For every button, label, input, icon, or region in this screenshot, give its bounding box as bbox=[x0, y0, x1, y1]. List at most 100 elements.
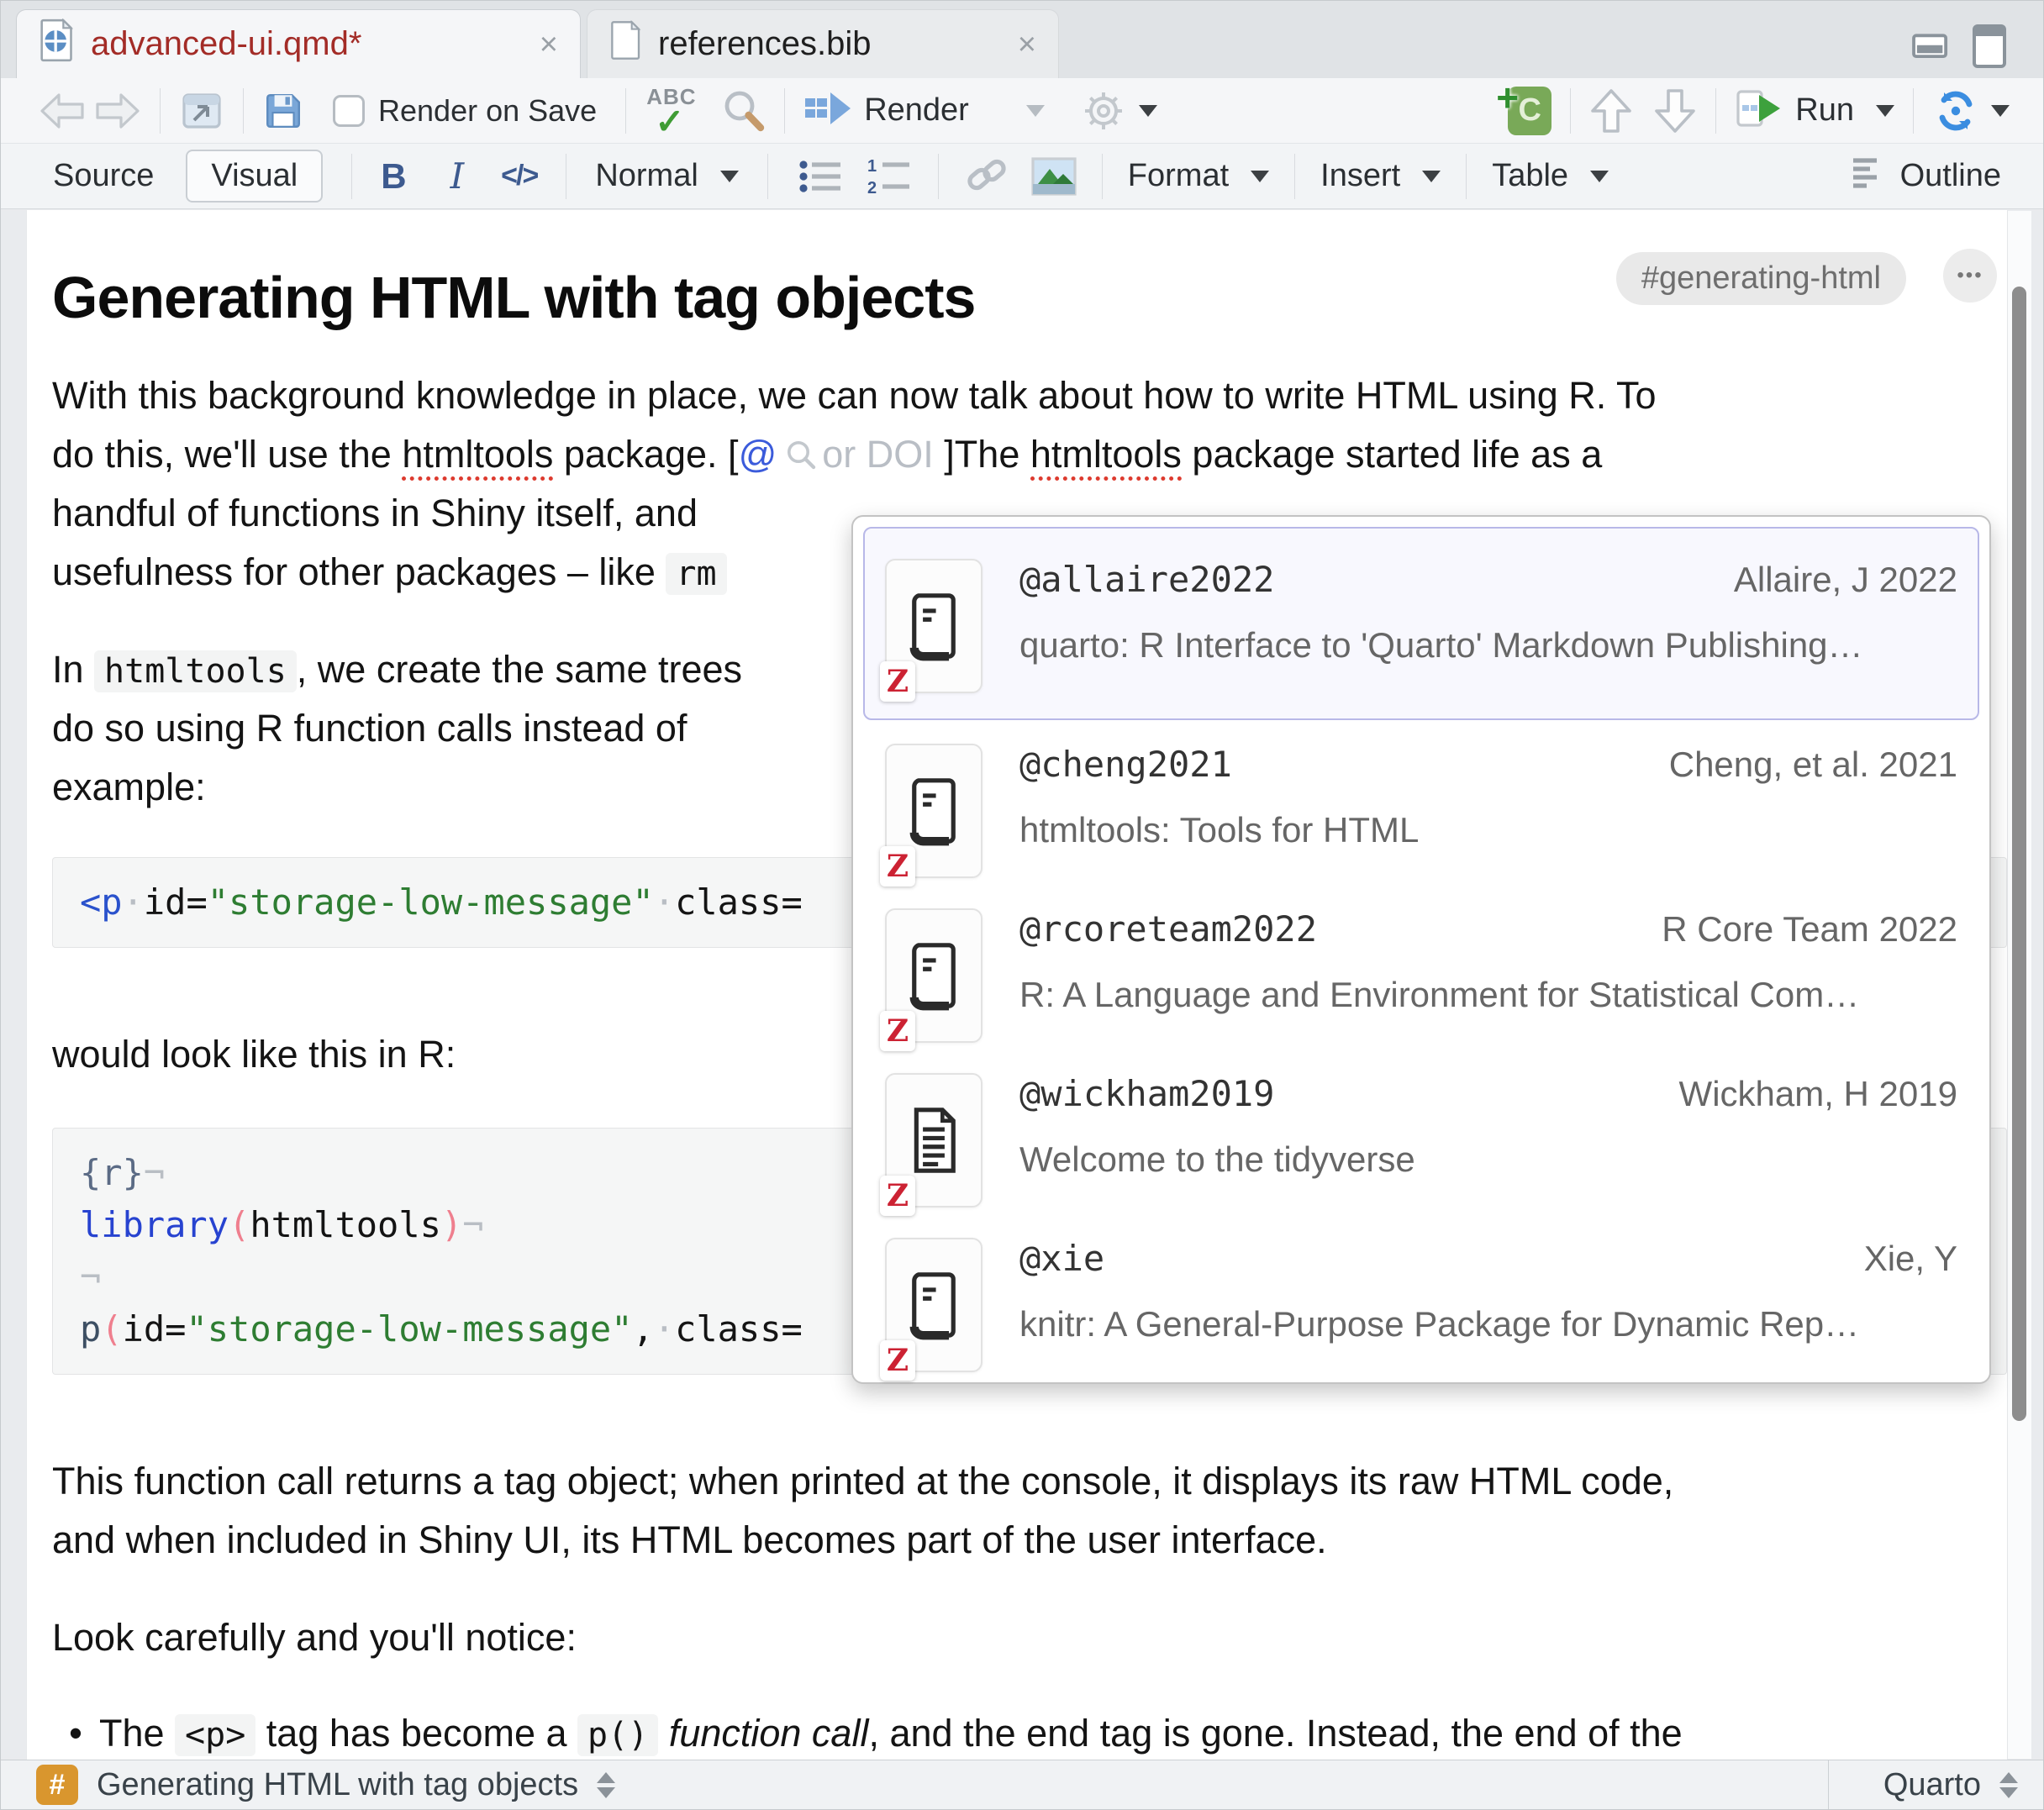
citation-author: Wickham, H 2019 bbox=[1679, 1074, 1957, 1114]
zotero-badge: Z bbox=[880, 661, 915, 702]
inline-code: <p> bbox=[175, 1714, 256, 1756]
paragraph-look-carefully: Look carefully and you'll notice: bbox=[52, 1608, 2007, 1667]
spellcheck-icon[interactable]: ABC ✓ bbox=[645, 87, 703, 134]
citation-title: knitr: A General-Purpose Package for Dyn… bbox=[1019, 1304, 1957, 1344]
source-dropdown-caret-icon[interactable] bbox=[1991, 105, 2010, 117]
outline-toggle[interactable]: Outline bbox=[1850, 155, 2001, 197]
inline-code: htmltools bbox=[94, 650, 297, 692]
scrollbar-thumb[interactable] bbox=[2012, 287, 2026, 1421]
close-icon[interactable]: × bbox=[540, 29, 558, 61]
list-item: • The <p> tag has become a p() function … bbox=[52, 1704, 2007, 1760]
source-mode-button[interactable]: Source bbox=[53, 158, 154, 194]
zotero-badge: Z bbox=[880, 846, 915, 887]
citation-title: Welcome to the tidyverse bbox=[1019, 1139, 1957, 1180]
more-options-button[interactable]: ••• bbox=[1943, 249, 1997, 303]
back-icon[interactable] bbox=[39, 92, 86, 130]
search-icon[interactable] bbox=[720, 88, 766, 134]
book-icon: Z bbox=[885, 559, 982, 693]
citation-id: @cheng2021 bbox=[1019, 744, 1232, 785]
zotero-badge: Z bbox=[880, 1340, 915, 1381]
rerun-source-icon[interactable] bbox=[1932, 89, 1979, 133]
search-icon bbox=[785, 429, 817, 487]
bullet-marker: • bbox=[52, 1704, 99, 1760]
quarto-file-icon bbox=[39, 18, 76, 71]
zotero-badge: Z bbox=[880, 1176, 915, 1216]
book-icon: Z bbox=[885, 744, 982, 878]
insert-menu-caret-icon bbox=[1422, 171, 1441, 182]
insert-chunk-icon[interactable]: + C bbox=[1508, 87, 1551, 135]
options-dropdown-caret-icon[interactable] bbox=[1139, 105, 1157, 117]
citation-author: Cheng, et al. 2021 bbox=[1669, 745, 1957, 785]
file-icon bbox=[609, 19, 643, 70]
render-on-save-checkbox[interactable] bbox=[333, 95, 365, 127]
run-icon bbox=[1735, 88, 1785, 133]
editor-status-bar: # Generating HTML with tag objects Quart… bbox=[1, 1760, 2043, 1809]
render-dropdown-caret-icon[interactable] bbox=[1026, 105, 1045, 117]
rstudio-source-pane: advanced-ui.qmd* × references.bib × bbox=[0, 0, 2044, 1810]
section-navigator-arrows-icon[interactable] bbox=[597, 1772, 615, 1798]
block-format-select[interactable]: Normal bbox=[595, 158, 738, 194]
bold-button[interactable]: B bbox=[381, 156, 406, 197]
tab-title: references.bib bbox=[658, 25, 871, 63]
citation-item-cheng2021[interactable]: Z @cheng2021 Cheng, et al. 2021 htmltool… bbox=[863, 720, 1979, 885]
close-icon[interactable]: × bbox=[1018, 29, 1036, 61]
citation-title: htmltools: Tools for HTML bbox=[1019, 810, 1957, 850]
render-button[interactable]: Render bbox=[803, 89, 1045, 132]
insert-menu[interactable]: Insert bbox=[1320, 158, 1441, 194]
svg-text:1: 1 bbox=[867, 157, 877, 176]
book-icon: Z bbox=[885, 1238, 982, 1372]
maximize-pane-icon[interactable] bbox=[1973, 24, 2006, 68]
numbered-list-icon[interactable]: 1 2 bbox=[866, 156, 913, 197]
tab-references-bib[interactable]: references.bib × bbox=[587, 9, 1059, 78]
italic-button[interactable]: I bbox=[450, 155, 465, 197]
section-id-badge: #generating-html bbox=[1616, 252, 1906, 305]
save-icon[interactable] bbox=[262, 90, 304, 132]
section-hash-icon: # bbox=[36, 1765, 78, 1805]
inline-code-button[interactable]: </> bbox=[501, 160, 537, 192]
document-mode-selector[interactable]: Quarto bbox=[1828, 1760, 2043, 1809]
citation-item-wickham2019[interactable]: Z @wickham2019 Wickham, H 2019 Welcome t… bbox=[863, 1050, 1979, 1214]
image-icon[interactable] bbox=[1031, 157, 1077, 196]
format-menu-caret-icon bbox=[1251, 171, 1269, 182]
vertical-scrollbar[interactable] bbox=[2007, 211, 2031, 1759]
article-icon: Z bbox=[885, 1073, 982, 1208]
citation-id: @xie bbox=[1019, 1238, 1104, 1279]
citation-item-rcoreteam2022[interactable]: Z @rcoreteam2022 R Core Team 2022 R: A L… bbox=[863, 885, 1979, 1050]
misspelled-word: htmltools bbox=[402, 433, 553, 481]
run-button[interactable]: Run bbox=[1735, 88, 1894, 133]
zotero-badge: Z bbox=[880, 1011, 915, 1051]
render-on-save-label: Render on Save bbox=[378, 93, 597, 129]
section-navigator[interactable]: Generating HTML with tag objects bbox=[97, 1767, 578, 1803]
link-icon[interactable] bbox=[964, 154, 1009, 199]
paragraph-function-call: This function call returns a tag object;… bbox=[52, 1452, 2007, 1570]
gear-icon[interactable] bbox=[1080, 87, 1127, 134]
bullet-list-icon[interactable] bbox=[797, 156, 844, 197]
tab-advanced-ui-qmd[interactable]: advanced-ui.qmd* × bbox=[16, 9, 581, 78]
visual-editor-toolbar: Source Visual B I </> Normal 1 2 bbox=[1, 144, 2043, 209]
inline-code: rm bbox=[666, 553, 726, 595]
mode-selector-arrows-icon bbox=[1999, 1772, 2018, 1798]
citation-title: quarto: R Interface to 'Quarto' Markdown… bbox=[1019, 625, 1957, 666]
citation-author: Xie, Y bbox=[1864, 1239, 1957, 1279]
jump-next-icon[interactable] bbox=[1653, 87, 1697, 134]
table-menu-caret-icon bbox=[1590, 171, 1609, 182]
citation-title: R: A Language and Environment for Statis… bbox=[1019, 975, 1957, 1015]
block-format-caret-icon bbox=[720, 171, 739, 182]
pane-window-controls bbox=[1912, 24, 2006, 68]
outline-icon bbox=[1850, 155, 1890, 197]
forward-icon[interactable] bbox=[94, 92, 141, 130]
misspelled-word: htmltools bbox=[1030, 433, 1182, 481]
run-dropdown-caret-icon[interactable] bbox=[1876, 105, 1894, 117]
editor-tab-bar: advanced-ui.qmd* × references.bib × bbox=[1, 1, 2043, 79]
jump-previous-icon[interactable] bbox=[1589, 87, 1633, 134]
citation-item-xie[interactable]: Z @xie Xie, Y knitr: A General-Purpose P… bbox=[863, 1214, 1979, 1379]
citation-id: @rcoreteam2022 bbox=[1019, 908, 1317, 950]
citation-item-allaire2022[interactable]: Z @allaire2022 Allaire, J 2022 quarto: R… bbox=[863, 527, 1979, 720]
citation-author: R Core Team 2022 bbox=[1662, 909, 1957, 950]
citation-input[interactable]: @ bbox=[739, 433, 777, 476]
minimize-pane-icon[interactable] bbox=[1912, 24, 1951, 68]
format-menu[interactable]: Format bbox=[1128, 158, 1269, 194]
table-menu[interactable]: Table bbox=[1492, 158, 1609, 194]
popout-window-icon[interactable] bbox=[179, 90, 224, 132]
visual-mode-button[interactable]: Visual bbox=[186, 150, 323, 203]
